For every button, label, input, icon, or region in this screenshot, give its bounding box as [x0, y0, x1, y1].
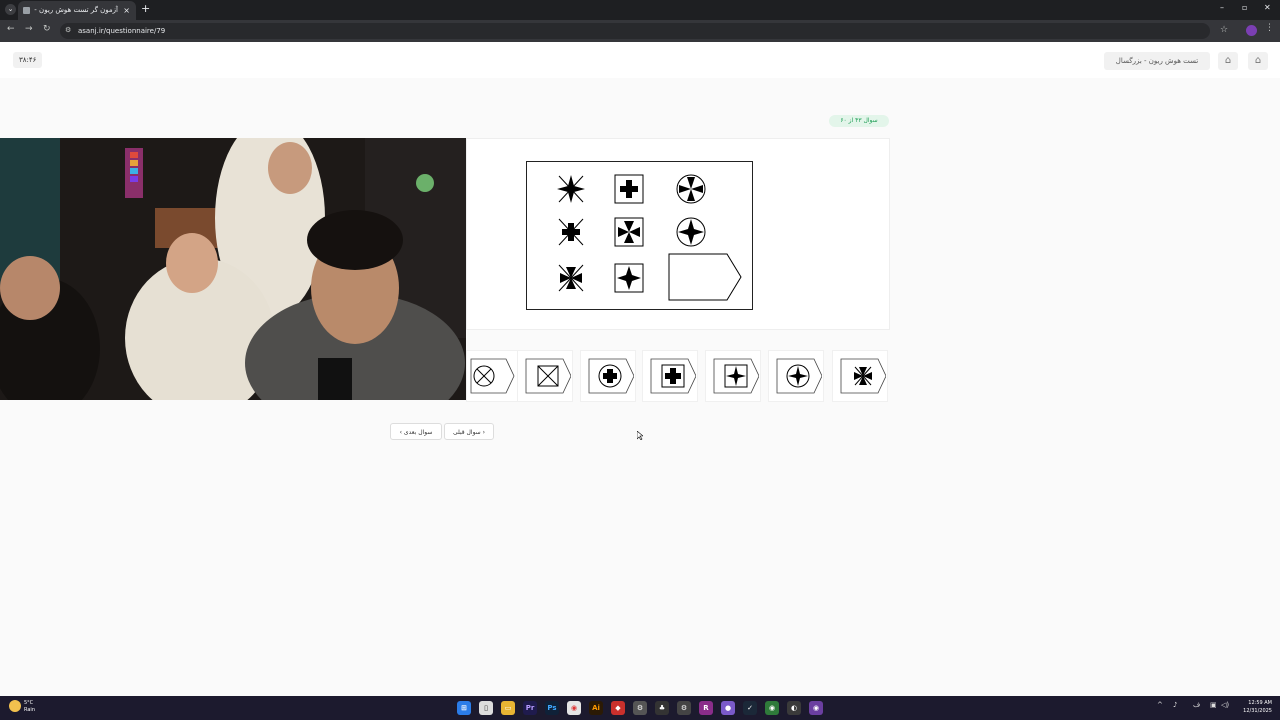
settings-icon[interactable]: ⚙ [677, 701, 691, 715]
cross-x-figure [558, 218, 584, 246]
answer-option-circle-x[interactable] [466, 350, 522, 402]
square-x-option-icon [525, 358, 571, 394]
browser-toolbar: ← → ↻ ⚙ asanj.ir/questionnaire/79 ☆ ⋮ [0, 20, 1280, 42]
tab-title: آزمون گر تست هوش ریون - بزرگ [34, 6, 118, 14]
back-icon[interactable]: ← [7, 24, 15, 34]
square-star-option-icon [713, 358, 759, 394]
circle-x-option-icon [470, 358, 515, 394]
system-clock[interactable]: 12:59 AM 12/31/2025 [1238, 699, 1272, 715]
circle-cross-option-icon [588, 358, 634, 394]
page: ۳۸:۴۶ تست هوش ریون - بزرگسال ⌂ ⌂ سوال ۴۳… [0, 42, 1280, 696]
file-icon[interactable]: ▯ [479, 701, 493, 715]
chrome-icon[interactable]: ◉ [567, 701, 581, 715]
circle-maltese-figure [676, 174, 706, 204]
address-bar[interactable]: ⚙ asanj.ir/questionnaire/79 [60, 23, 1210, 39]
question-card [466, 138, 890, 330]
url-text: asanj.ir/questionnaire/79 [78, 27, 166, 35]
answer-option-x-maltese[interactable] [832, 350, 888, 402]
next-question-button[interactable]: ‹ سوال بعدی [390, 423, 442, 440]
app-dark-icon[interactable]: ◐ [787, 701, 801, 715]
browser-menu-icon[interactable]: ⋮ [1265, 23, 1274, 33]
app-circle-icon[interactable]: ● [721, 701, 735, 715]
weather-icon[interactable] [9, 700, 21, 712]
browser-tab[interactable]: آزمون گر تست هوش ریون - بزرگ × [18, 1, 136, 20]
test-title[interactable]: تست هوش ریون - بزرگسال [1104, 52, 1210, 70]
clock-date: 12/31/2025 [1243, 708, 1272, 714]
premiere-icon[interactable]: Pr [523, 701, 537, 715]
next-question-label: سوال بعدی [403, 429, 433, 436]
weather-temp: 5°C [24, 700, 34, 706]
timer: ۳۸:۴۶ [13, 52, 43, 68]
photoshop-icon[interactable]: Ps [545, 701, 559, 715]
answer-option-square-cross[interactable] [642, 350, 698, 402]
tab-search-icon[interactable]: ⌄ [5, 4, 16, 15]
close-window-icon[interactable]: ✕ [1264, 3, 1271, 12]
answer-option-circle-cross[interactable] [580, 350, 636, 402]
tray-chevron-icon[interactable]: ^ [1157, 701, 1163, 709]
maximize-icon[interactable]: ▫ [1242, 3, 1247, 12]
app-tool-icon[interactable]: ♣ [655, 701, 669, 715]
home-button-icon[interactable]: ⌂ [1248, 52, 1268, 70]
chrome-active-icon[interactable]: ◉ [809, 701, 823, 715]
keyboard-language[interactable]: ف [1193, 701, 1200, 709]
x-maltese-figure [558, 264, 584, 292]
clock-time: 12:59 AM [1248, 700, 1272, 706]
home-icon[interactable]: ⌂ [1218, 52, 1238, 70]
app-green-icon[interactable]: ◉ [765, 701, 779, 715]
answer-option-square-x[interactable] [517, 350, 573, 402]
prev-question-label: سوال قبلی [452, 429, 481, 436]
square-cross-option-icon [650, 358, 696, 394]
weather-condition: Rain [24, 707, 35, 713]
x-maltese-option-icon [840, 358, 886, 394]
mic-icon[interactable]: ♪ [1173, 701, 1177, 709]
starburst-figure [557, 175, 585, 203]
question-counter: سوال ۴۳ از ۶۰ [829, 115, 889, 127]
steam-icon[interactable]: ✓ [743, 701, 757, 715]
webcam-video-image [0, 138, 466, 400]
square-star-figure [614, 263, 644, 293]
site-info-icon[interactable]: ⚙ [65, 26, 71, 34]
windows-taskbar: 5°C Rain ⊞ ▯ ▭ Pr Ps ◉ Ai ◆ ⚙ ♣ ⚙ R ● ✓ … [0, 696, 1280, 720]
weather-widget[interactable]: 5°C Rain [24, 700, 35, 714]
square-maltese-figure [614, 217, 644, 247]
square-cross-figure [614, 174, 644, 204]
answer-option-circle-star[interactable] [768, 350, 824, 402]
network-icon[interactable]: ▣ [1210, 701, 1217, 709]
favicon-icon [23, 7, 30, 14]
webcam-overlay [0, 138, 466, 400]
raven-matrix [526, 161, 753, 310]
prev-question-button[interactable]: سوال قبلی › [444, 423, 494, 440]
app-r-icon[interactable]: R [699, 701, 713, 715]
page-header: ۳۸:۴۶ تست هوش ریون - بزرگسال ⌂ ⌂ [0, 42, 1280, 78]
new-tab-button[interactable]: + [141, 2, 150, 15]
minimize-icon[interactable]: – [1220, 3, 1224, 12]
missing-answer-slot [668, 253, 742, 301]
reload-icon[interactable]: ↻ [43, 24, 51, 34]
profile-avatar[interactable] [1246, 25, 1257, 36]
chevron-right-icon: › [482, 429, 486, 436]
app-red-icon[interactable]: ◆ [611, 701, 625, 715]
mouse-cursor-icon [637, 431, 643, 440]
bookmark-star-icon[interactable]: ☆ [1220, 25, 1228, 35]
answer-option-square-star[interactable] [705, 350, 761, 402]
volume-icon[interactable]: ◁) [1221, 701, 1229, 709]
circle-star-option-icon [776, 358, 822, 394]
file-explorer-icon[interactable]: ▭ [501, 701, 515, 715]
illustrator-icon[interactable]: Ai [589, 701, 603, 715]
chevron-left-icon: ‹ [399, 429, 402, 436]
forward-icon[interactable]: → [25, 24, 33, 34]
close-tab-icon[interactable]: × [123, 1, 130, 20]
browser-tabbar: ⌄ آزمون گر تست هوش ریون - بزرگ × + – ▫ ✕ [0, 0, 1280, 20]
app-gear-icon[interactable]: ⚙ [633, 701, 647, 715]
circle-star-figure [676, 217, 706, 247]
start-menu-icon[interactable]: ⊞ [457, 701, 471, 715]
